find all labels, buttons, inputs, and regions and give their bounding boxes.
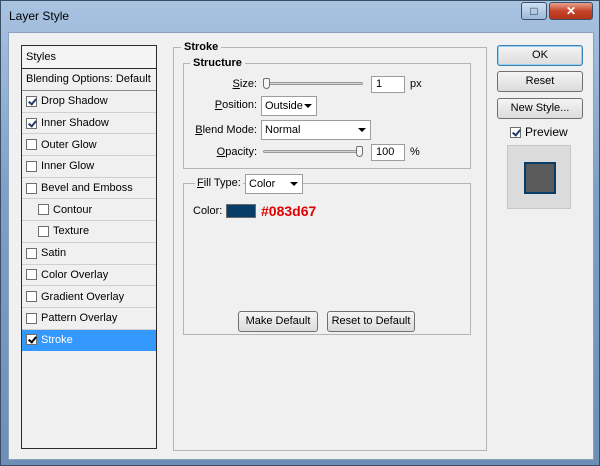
help-button[interactable]: □ bbox=[521, 2, 547, 20]
style-item-color-overlay[interactable]: Color Overlay bbox=[22, 265, 156, 287]
style-checkbox[interactable] bbox=[26, 269, 37, 281]
opacity-slider-thumb[interactable] bbox=[356, 146, 363, 157]
make-default-button[interactable]: Make Default bbox=[238, 311, 318, 332]
size-slider-thumb[interactable] bbox=[263, 78, 270, 89]
style-item-label: Texture bbox=[53, 225, 90, 238]
preview-checkbox[interactable] bbox=[510, 126, 521, 138]
style-checkbox[interactable] bbox=[26, 95, 37, 107]
style-checkbox[interactable] bbox=[26, 117, 37, 129]
style-item-pattern-overlay[interactable]: Pattern Overlay bbox=[22, 308, 156, 330]
size-slider[interactable] bbox=[263, 82, 363, 85]
style-item-label: Gradient Overlay bbox=[41, 290, 125, 303]
style-item-outer-glow[interactable]: Outer Glow bbox=[22, 134, 156, 157]
style-checkbox[interactable] bbox=[26, 291, 37, 303]
blend-mode-label: Blend Mode: bbox=[195, 124, 257, 136]
size-input[interactable]: 1 bbox=[371, 76, 405, 93]
style-checkbox[interactable] bbox=[38, 225, 49, 237]
fill-type-value: Color bbox=[249, 178, 276, 190]
color-label: Color: bbox=[193, 205, 223, 217]
opacity-slider[interactable] bbox=[263, 150, 363, 153]
style-item-inner-glow[interactable]: Inner Glow bbox=[22, 156, 156, 178]
styles-header[interactable]: Styles bbox=[22, 46, 156, 69]
fill-type-label: Fill Type: bbox=[195, 177, 243, 189]
opacity-label: Opacity: bbox=[216, 146, 257, 158]
dialog-client-area: Styles Blending Options: Default Drop Sh… bbox=[8, 32, 594, 460]
style-checkbox[interactable] bbox=[26, 312, 37, 324]
chevron-down-icon bbox=[358, 128, 366, 132]
opacity-unit: % bbox=[410, 146, 420, 158]
style-checkbox[interactable] bbox=[26, 247, 37, 259]
size-label: Size: bbox=[232, 78, 257, 90]
style-item-label: Satin bbox=[41, 247, 67, 260]
blend-mode-select[interactable]: Normal bbox=[261, 120, 371, 140]
style-item-label: Inner Glow bbox=[41, 160, 95, 173]
style-item-satin[interactable]: Satin bbox=[22, 243, 156, 265]
chevron-down-icon bbox=[290, 182, 298, 186]
fill-type-select[interactable]: Color bbox=[245, 174, 303, 194]
style-checkbox[interactable] bbox=[26, 182, 37, 194]
title-bar[interactable]: Layer Style □ ✕ bbox=[1, 1, 599, 33]
ok-button[interactable]: OK bbox=[497, 45, 583, 66]
blending-options-item[interactable]: Blending Options: Default bbox=[22, 69, 156, 91]
style-item-contour[interactable]: Contour bbox=[22, 199, 156, 222]
style-checkbox[interactable] bbox=[26, 139, 37, 151]
close-button[interactable]: ✕ bbox=[549, 2, 593, 20]
reset-button[interactable]: Reset bbox=[497, 71, 583, 92]
style-item-stroke[interactable]: Stroke bbox=[22, 329, 156, 352]
reset-to-default-button[interactable]: Reset to Default bbox=[327, 311, 415, 332]
position-value: Outside bbox=[265, 100, 303, 112]
style-item-label: Pattern Overlay bbox=[41, 312, 118, 325]
opacity-input[interactable]: 100 bbox=[371, 144, 405, 161]
window-title: Layer Style bbox=[9, 9, 70, 23]
preview-label: Preview bbox=[525, 125, 568, 139]
position-label: Position: bbox=[214, 99, 257, 111]
style-item-label: Outer Glow bbox=[41, 138, 97, 151]
style-item-drop-shadow[interactable]: Drop Shadow bbox=[22, 91, 156, 113]
size-unit: px bbox=[410, 78, 422, 90]
style-item-inner-shadow[interactable]: Inner Shadow bbox=[22, 113, 156, 135]
close-icon: ✕ bbox=[565, 4, 577, 18]
style-item-label: Drop Shadow bbox=[41, 95, 108, 108]
blend-mode-value: Normal bbox=[265, 124, 301, 136]
preview-swatch bbox=[524, 162, 556, 194]
position-select[interactable]: Outside bbox=[261, 96, 317, 116]
style-item-label: Bevel and Emboss bbox=[41, 182, 133, 195]
style-item-bevel-and-emboss[interactable]: Bevel and Emboss bbox=[22, 178, 156, 200]
color-swatch[interactable] bbox=[226, 204, 256, 218]
preview-thumbnail bbox=[507, 145, 571, 209]
help-icon: □ bbox=[530, 4, 538, 18]
style-checkbox[interactable] bbox=[38, 204, 49, 216]
style-checkbox[interactable] bbox=[26, 160, 37, 172]
style-item-gradient-overlay[interactable]: Gradient Overlay bbox=[22, 286, 156, 308]
structure-title: Structure bbox=[190, 57, 245, 69]
styles-list: Styles Blending Options: Default Drop Sh… bbox=[21, 45, 157, 449]
style-item-label: Inner Shadow bbox=[41, 117, 109, 130]
style-item-label: Stroke bbox=[41, 333, 73, 346]
style-item-label: Color Overlay bbox=[41, 268, 109, 281]
stroke-title: Stroke bbox=[181, 41, 222, 53]
color-hex-annotation: #083d67 bbox=[261, 203, 317, 219]
style-checkbox[interactable] bbox=[26, 334, 37, 346]
chevron-down-icon bbox=[304, 104, 312, 108]
layer-style-window: Layer Style □ ✕ Styles Blending Options:… bbox=[0, 0, 600, 466]
new-style-button[interactable]: New Style... bbox=[497, 98, 583, 119]
preview-checkbox-row[interactable]: Preview bbox=[510, 125, 568, 139]
style-item-label: Contour bbox=[53, 203, 93, 216]
style-item-texture[interactable]: Texture bbox=[22, 221, 156, 243]
